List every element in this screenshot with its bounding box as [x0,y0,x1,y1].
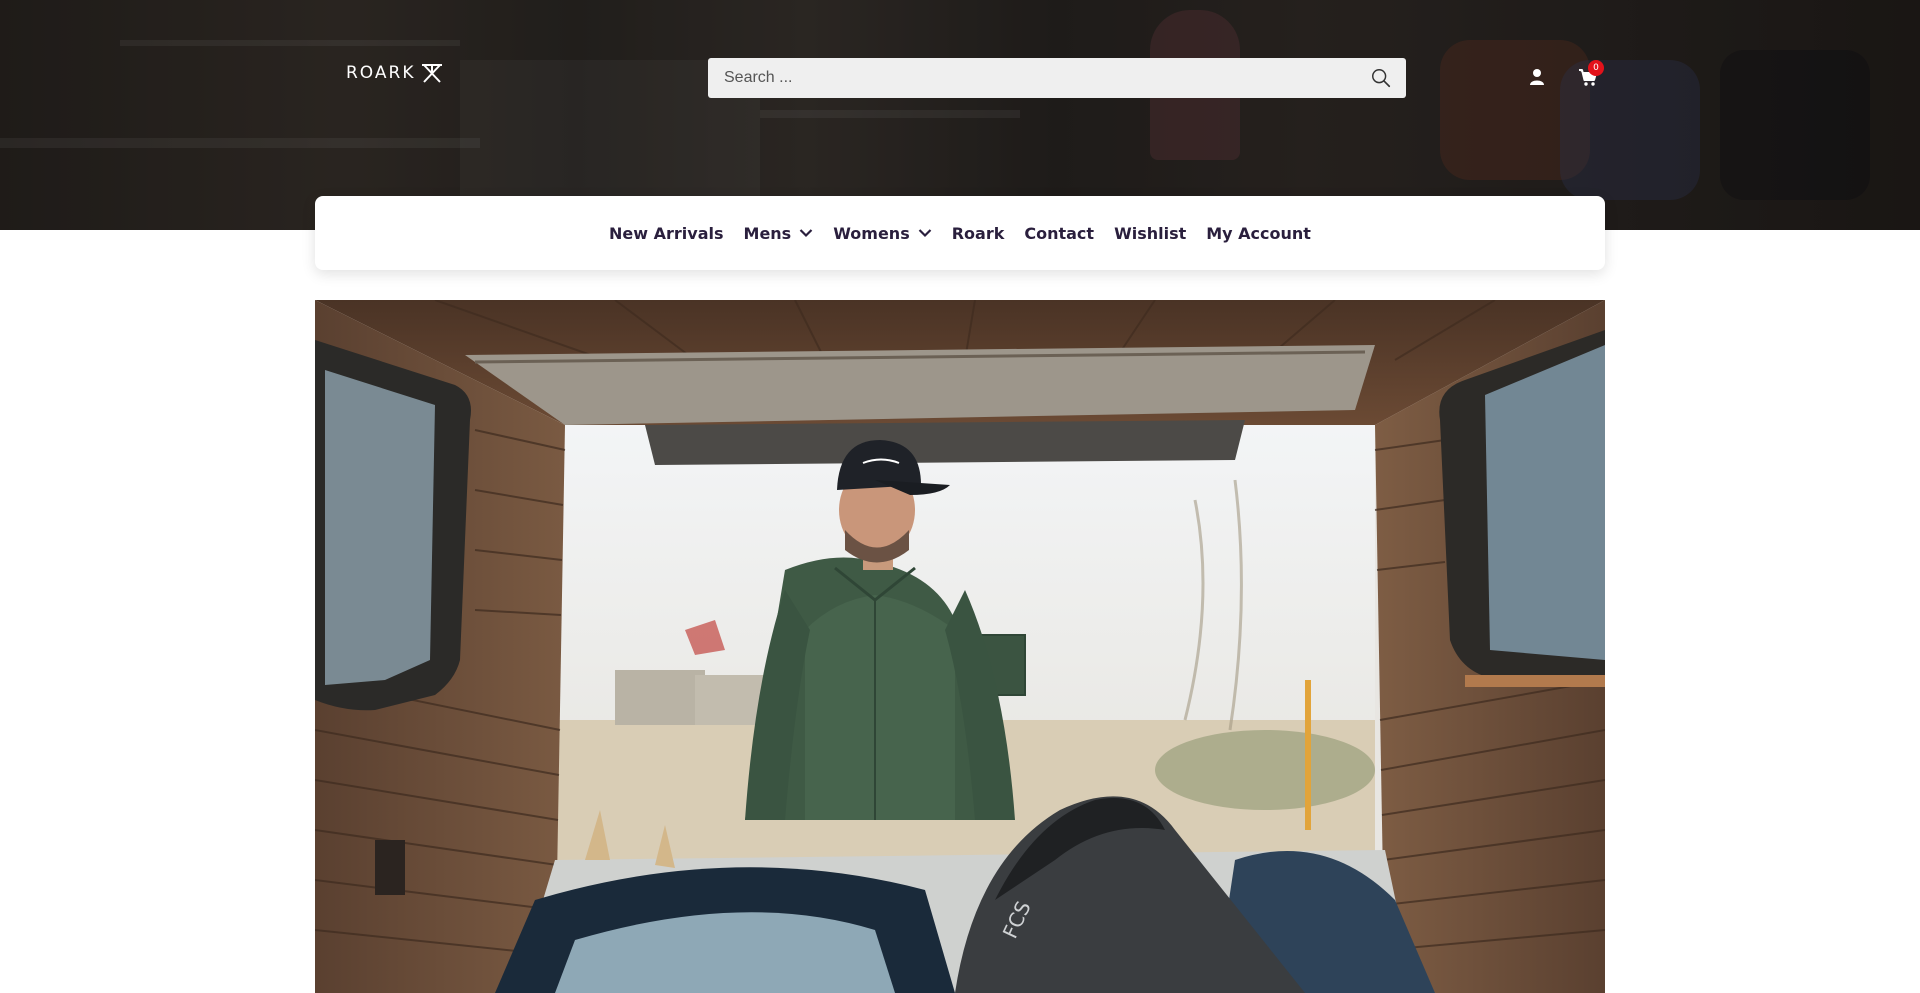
chevron-down-icon [918,229,931,238]
site-logo[interactable]: ROARK [346,62,443,84]
roark-logo-icon [422,64,443,83]
nav-item-new-arrivals[interactable]: New Arrivals [599,224,733,243]
cart-count-badge: 0 [1588,60,1604,76]
nav-label: Roark [951,223,1005,243]
hero-image-illustration: FCS [315,300,1605,993]
hero-image: FCS [315,300,1605,993]
main-navigation: New Arrivals Mens Womens Roark Contact W… [315,196,1605,270]
nav-label: Mens [743,223,792,243]
chevron-down-icon [799,229,813,238]
nav-item-roark[interactable]: Roark [942,224,1015,243]
nav-label: My Account [1206,223,1311,243]
nav-label: Contact [1024,223,1095,243]
nav-item-my-account[interactable]: My Account [1196,224,1321,243]
nav-item-contact[interactable]: Contact [1014,224,1104,243]
search-bar[interactable] [708,58,1406,98]
user-icon[interactable] [1529,68,1545,86]
nav-item-wishlist[interactable]: Wishlist [1104,224,1196,243]
search-input[interactable] [722,68,1370,88]
nav-label: Womens [833,223,910,243]
logo-text: ROARK [346,63,416,83]
nav-label: New Arrivals [609,223,724,243]
nav-item-womens[interactable]: Womens [823,224,942,243]
nav-label: Wishlist [1114,223,1187,243]
nav-item-mens[interactable]: Mens [734,224,824,243]
search-icon[interactable] [1370,67,1392,89]
